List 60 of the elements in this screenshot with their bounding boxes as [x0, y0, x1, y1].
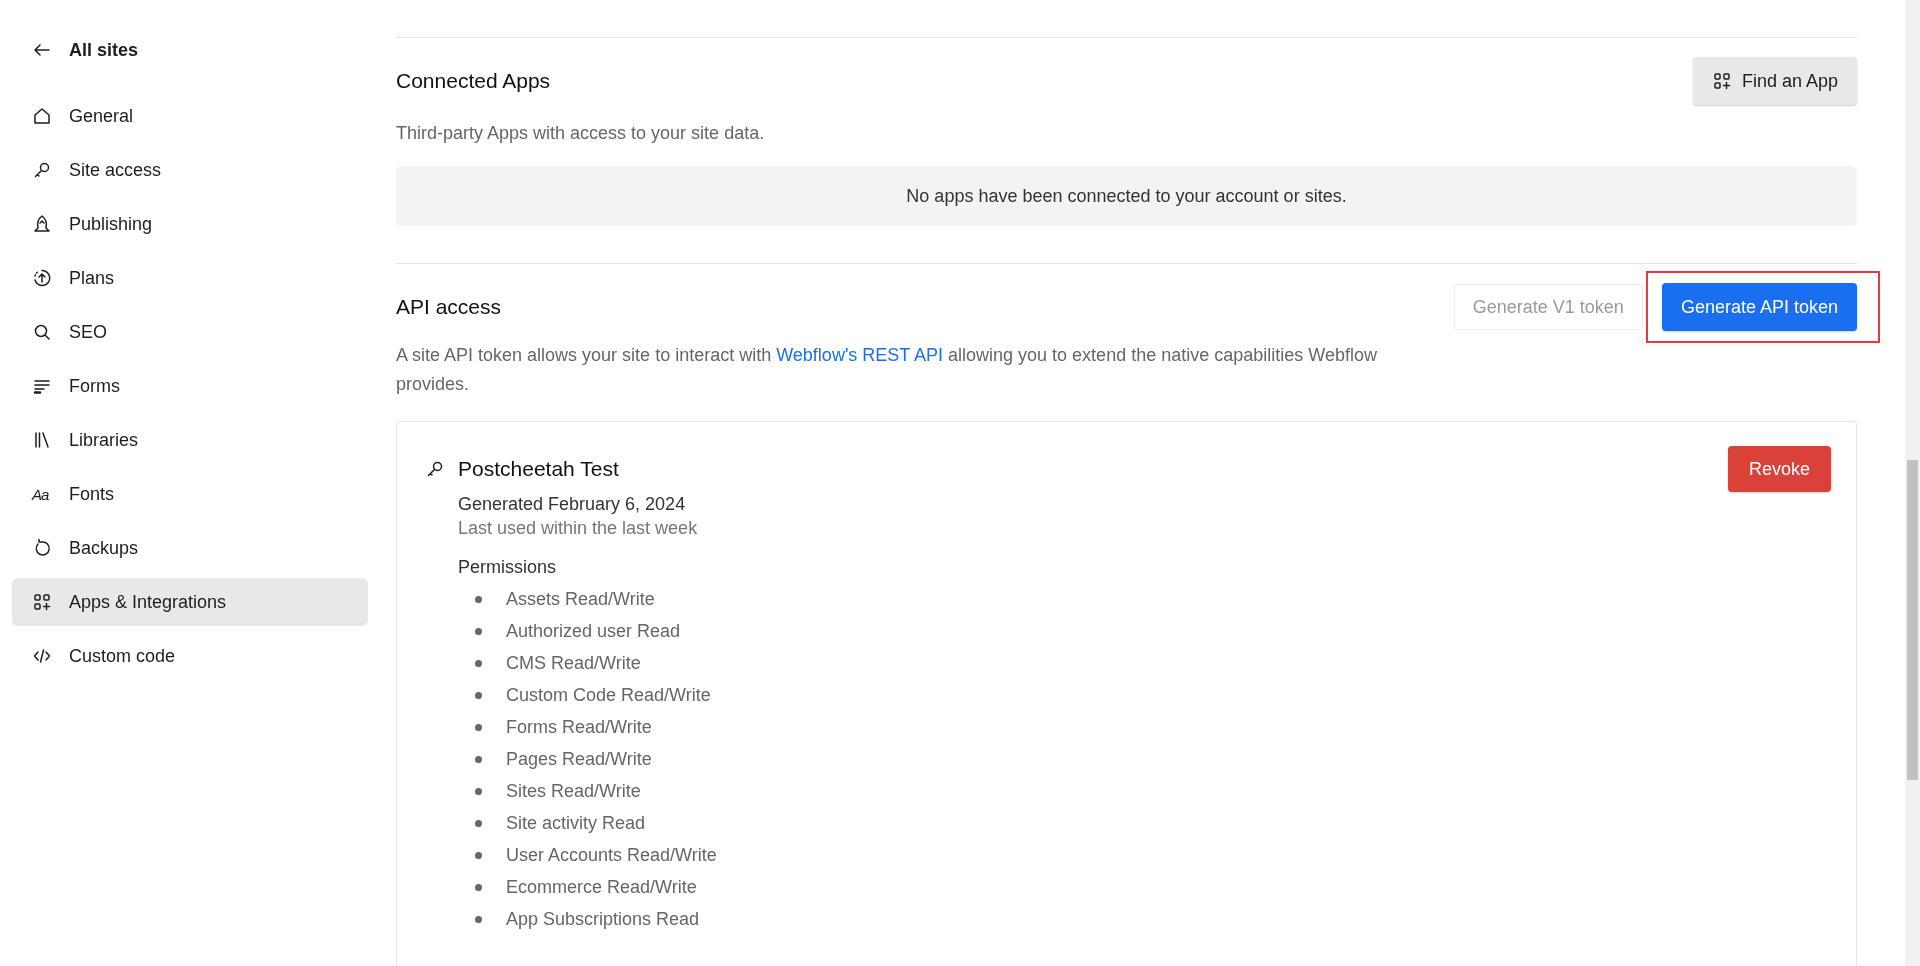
permission-item: Authorized user Read	[506, 620, 681, 642]
sidebar-item[interactable]: Apps & Integrations	[12, 578, 368, 626]
permission-item: Site activity Read	[506, 812, 646, 834]
sidebar-item[interactable]: Publishing	[12, 200, 368, 248]
section-title: Connected Apps	[396, 69, 551, 93]
find-app-button[interactable]: Find an App	[1692, 57, 1857, 105]
bullet-icon	[475, 883, 482, 891]
generated-date: Generated February 6, 2024	[458, 494, 687, 515]
empty-state-message: No apps have been connected to your account or sites.	[906, 185, 1347, 207]
apps-grid-icon	[1711, 71, 1732, 91]
sidebar-item[interactable]: Plans	[12, 254, 368, 302]
key-icon	[32, 160, 52, 180]
sidebar-item[interactable]: Aa Fonts	[12, 470, 368, 518]
sidebar-item[interactable]: General	[12, 92, 368, 140]
bullet-icon	[475, 659, 482, 667]
bullet-icon	[475, 851, 482, 859]
bullet-icon	[475, 819, 482, 827]
search-icon	[32, 322, 52, 342]
token-name: Postcheetah Test	[458, 457, 619, 481]
sidebar-item[interactable]: Custom code	[12, 632, 368, 680]
generate-token-button[interactable]: Generate API token	[1661, 283, 1857, 331]
last-used-text: Last used within the last week	[458, 518, 699, 539]
bullet-icon	[475, 723, 482, 731]
circle-arrow-up-icon	[32, 268, 52, 288]
section-subtitle: Third-party Apps with access to your site data.	[396, 122, 766, 145]
code-icon	[32, 646, 52, 666]
permission-item: Assets Read/Write	[506, 588, 655, 610]
scrollbar-thumb[interactable]	[1907, 460, 1918, 780]
books-icon	[32, 430, 52, 450]
bullet-icon	[475, 627, 482, 635]
font-icon: Aa	[32, 485, 52, 503]
permissions-title: Permissions	[458, 557, 558, 578]
sidebar-item[interactable]: Site access	[12, 146, 368, 194]
permission-item: Custom Code Read/Write	[506, 684, 711, 706]
apps-grid-icon	[32, 592, 52, 612]
sidebar-item[interactable]: Forms	[12, 362, 368, 410]
permission-item: Sites Read/Write	[506, 780, 641, 802]
house-icon	[32, 106, 52, 126]
bullet-icon	[475, 915, 482, 923]
permission-item: Pages Read/Write	[506, 748, 652, 770]
rest-api-link[interactable]: Webflow's REST API	[776, 345, 944, 365]
bullet-icon	[475, 691, 482, 699]
revoke-button[interactable]: Revoke	[1727, 446, 1831, 492]
key-icon	[425, 459, 445, 479]
permission-item: App Subscriptions Read	[506, 908, 700, 930]
permission-item: Ecommerce Read/Write	[506, 876, 697, 898]
permission-item: Forms Read/Write	[506, 716, 652, 738]
bullet-icon	[475, 787, 482, 795]
scrollbar[interactable]	[1905, 0, 1920, 966]
section-title: API access	[396, 295, 502, 319]
sidebar-item[interactable]: Backups	[12, 524, 368, 572]
api-description: A site API token allows your site to interact with Webflow's REST API allowing you to extend the native capabilities Webflow provides.	[396, 344, 1378, 396]
sidebar-item[interactable]: Libraries	[12, 416, 368, 464]
permission-item: User Accounts Read/Write	[506, 844, 717, 866]
bullet-icon	[475, 755, 482, 763]
sidebar-item[interactable]: SEO	[12, 308, 368, 356]
permission-item: CMS Read/Write	[506, 652, 641, 674]
rocket-icon	[32, 214, 52, 234]
bullet-icon	[475, 595, 482, 603]
all-sites-link[interactable]: All sites	[12, 26, 368, 74]
